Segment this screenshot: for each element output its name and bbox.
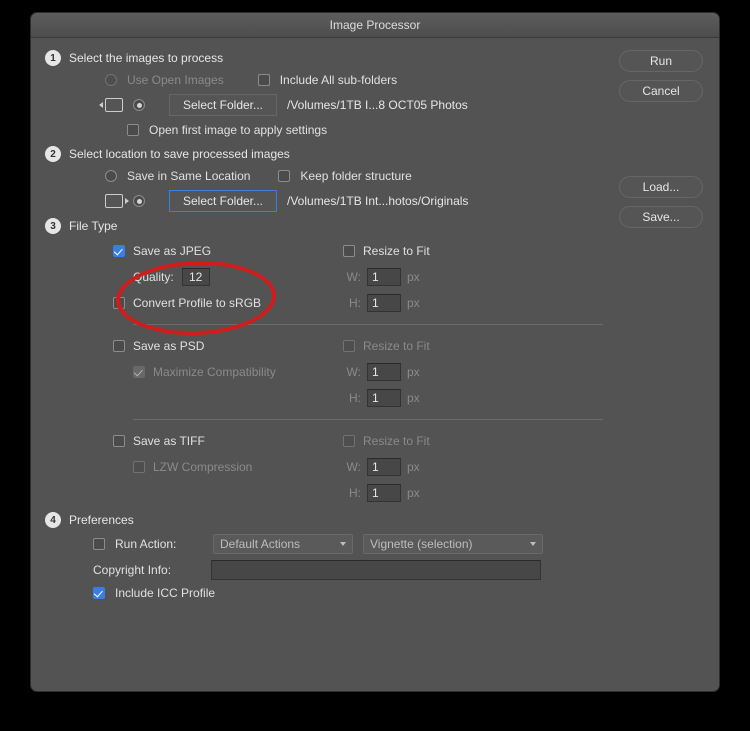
save-as-jpeg-label: Save as JPEG (133, 244, 211, 258)
psd-w-unit: px (407, 365, 420, 379)
run-button[interactable]: Run (619, 50, 703, 72)
step-badge-2: 2 (45, 146, 61, 162)
maximize-compat-checkbox (133, 366, 145, 378)
action-set-value: Default Actions (220, 537, 300, 551)
psd-w-input (367, 363, 401, 381)
use-open-images-radio[interactable] (105, 74, 117, 86)
jpeg-h-input (367, 294, 401, 312)
tiff-w-label: W: (343, 460, 361, 474)
section-save-location: 2 Select location to save processed imag… (45, 146, 605, 212)
section-preferences: 4 Preferences Run Action: Default Action… (45, 512, 605, 600)
psd-resize-label: Resize to Fit (363, 339, 430, 353)
image-processor-dialog: Image Processor 1 Select the images to p… (30, 12, 720, 692)
save-as-tiff-label: Save as TIFF (133, 434, 205, 448)
tiff-h-label: H: (343, 486, 361, 500)
maximize-compat-label: Maximize Compatibility (153, 365, 276, 379)
tiff-w-unit: px (407, 460, 420, 474)
section2-title: Select location to save processed images (69, 147, 290, 161)
select-dest-folder-radio[interactable] (133, 195, 145, 207)
jpeg-w-input (367, 268, 401, 286)
keep-folder-structure-checkbox[interactable] (278, 170, 290, 182)
save-as-psd-label: Save as PSD (133, 339, 204, 353)
dest-path: /Volumes/1TB Int...hotos/Originals (287, 194, 468, 208)
run-action-checkbox[interactable] (93, 538, 105, 550)
include-icc-checkbox[interactable] (93, 587, 105, 599)
convert-srgb-checkbox[interactable] (113, 297, 125, 309)
tiff-resize-checkbox (343, 435, 355, 447)
jpeg-quality-input[interactable] (182, 268, 210, 286)
select-dest-folder-button[interactable]: Select Folder... (169, 190, 277, 212)
jpeg-w-label: W: (343, 270, 361, 284)
psd-w-label: W: (343, 365, 361, 379)
jpeg-h-unit: px (407, 296, 420, 310)
psd-h-label: H: (343, 391, 361, 405)
section-select-images: 1 Select the images to process Use Open … (45, 50, 605, 140)
titlebar[interactable]: Image Processor (31, 13, 719, 38)
section3-title: File Type (69, 219, 117, 233)
save-as-tiff-checkbox[interactable] (113, 435, 125, 447)
step-badge-1: 1 (45, 50, 61, 66)
jpeg-resize-label: Resize to Fit (363, 244, 430, 258)
step-badge-3: 3 (45, 218, 61, 234)
open-first-image-checkbox[interactable] (127, 124, 139, 136)
cancel-button[interactable]: Cancel (619, 80, 703, 102)
save-same-location-radio[interactable] (105, 170, 117, 182)
side-buttons: Run Cancel Load... Save... (605, 50, 705, 679)
load-button[interactable]: Load... (619, 176, 703, 198)
lzw-checkbox (133, 461, 145, 473)
folder-out-icon (105, 194, 123, 208)
action-name-select[interactable]: Vignette (selection) (363, 534, 543, 554)
section1-title: Select the images to process (69, 51, 223, 65)
convert-srgb-label: Convert Profile to sRGB (133, 296, 261, 310)
action-set-select[interactable]: Default Actions (213, 534, 353, 554)
step-badge-4: 4 (45, 512, 61, 528)
save-as-jpeg-checkbox[interactable] (113, 245, 125, 257)
section4-title: Preferences (69, 513, 134, 527)
run-action-label: Run Action: (115, 537, 203, 551)
tiff-w-input (367, 458, 401, 476)
section-file-type: 3 File Type Save as JPEG Quality: (45, 218, 605, 506)
filetype-psd: Save as PSD Maximize Compatibility (73, 333, 605, 411)
include-subfolders-label: Include All sub-folders (280, 73, 397, 87)
tiff-h-input (367, 484, 401, 502)
window-title: Image Processor (330, 18, 421, 32)
lzw-label: LZW Compression (153, 460, 252, 474)
copyright-input[interactable] (211, 560, 541, 580)
save-as-psd-checkbox[interactable] (113, 340, 125, 352)
use-open-images-label: Use Open Images (127, 73, 224, 87)
jpeg-w-unit: px (407, 270, 420, 284)
open-first-image-label: Open first image to apply settings (149, 123, 327, 137)
tiff-h-unit: px (407, 486, 420, 500)
psd-resize-checkbox (343, 340, 355, 352)
psd-h-unit: px (407, 391, 420, 405)
divider-2 (133, 419, 603, 420)
include-icc-label: Include ICC Profile (115, 586, 215, 600)
copyright-label: Copyright Info: (93, 563, 201, 577)
divider-1 (133, 324, 603, 325)
select-source-folder-button[interactable]: Select Folder... (169, 94, 277, 116)
save-same-location-label: Save in Same Location (127, 169, 250, 183)
tiff-resize-label: Resize to Fit (363, 434, 430, 448)
psd-h-input (367, 389, 401, 407)
jpeg-h-label: H: (343, 296, 361, 310)
folder-in-icon (105, 98, 123, 112)
save-button[interactable]: Save... (619, 206, 703, 228)
select-source-folder-radio[interactable] (133, 99, 145, 111)
keep-folder-structure-label: Keep folder structure (300, 169, 411, 183)
source-path: /Volumes/1TB I...8 OCT05 Photos (287, 98, 468, 112)
filetype-jpeg: Save as JPEG Quality: Convert Profile to… (73, 238, 605, 316)
jpeg-quality-label: Quality: (133, 270, 174, 284)
include-subfolders-checkbox[interactable] (258, 74, 270, 86)
jpeg-resize-checkbox[interactable] (343, 245, 355, 257)
action-name-value: Vignette (selection) (370, 537, 473, 551)
filetype-tiff: Save as TIFF LZW Compression Resi (73, 428, 605, 506)
